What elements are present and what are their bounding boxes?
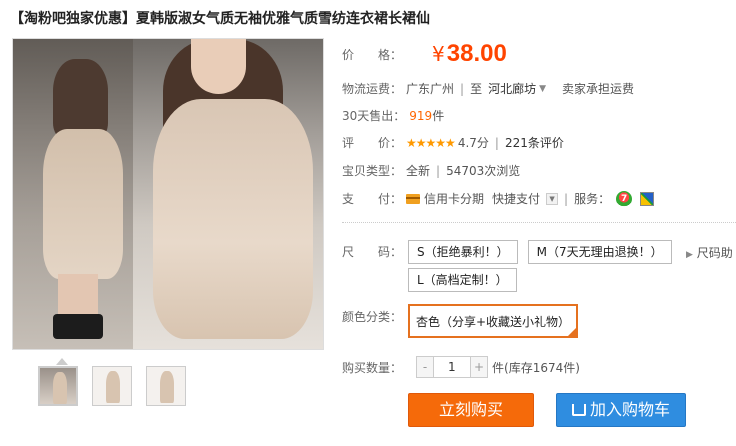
size-label: 尺 码：: [342, 245, 403, 259]
size-guide-link[interactable]: ▶ 尺码助: [686, 244, 736, 261]
color-row: 颜色分类：: [342, 308, 402, 325]
currency-symbol: ¥: [432, 42, 445, 66]
thumbnail-2[interactable]: [92, 366, 132, 406]
payment-dropdown-icon[interactable]: ▼: [546, 192, 559, 205]
price-label: 价 格：: [342, 47, 403, 62]
thumbnail-strip: [38, 366, 186, 406]
item-condition: 全新: [406, 164, 431, 178]
payment-method-express[interactable]: 快捷支付: [492, 190, 540, 207]
shipping-to-prefix: 至: [470, 82, 483, 96]
divider: [342, 222, 736, 223]
sold-count: 919: [409, 108, 433, 123]
photo-shoes: [53, 314, 103, 339]
quantity-row: 购买数量： - 1 + 件 (库存1674件): [342, 356, 580, 378]
sold-row: 30天售出： 919 件: [342, 107, 444, 124]
payment-row: 支 付： 信用卡分期 快捷支付 ▼ | 服务： 7: [342, 190, 655, 207]
chevron-down-icon[interactable]: ▼: [539, 84, 546, 94]
photo-dress: [153, 99, 313, 339]
quantity-minus-button[interactable]: -: [417, 357, 434, 377]
product-title: 【淘粉吧独家优惠】夏韩版淑女气质无袖优雅气质雪纺连衣裙长裙仙: [10, 11, 430, 27]
sold-unit: 件: [432, 109, 445, 123]
rating-row: 评 价： ★★★★★ 4.7分 | 221条评价: [342, 134, 564, 151]
photo-model-face: [191, 39, 246, 94]
size-option-s[interactable]: S（拒绝暴利！）: [408, 240, 518, 264]
size-option-l[interactable]: L（高档定制！）: [408, 268, 517, 292]
buy-now-button[interactable]: 立刻购买: [408, 393, 534, 427]
photo-dress-small: [43, 129, 123, 279]
main-product-photo[interactable]: [12, 38, 324, 350]
photo-model-hair-small: [53, 59, 108, 139]
item-views: 54703次浏览: [446, 164, 521, 178]
add-to-cart-button[interactable]: 加入购物车: [556, 393, 686, 427]
rating-stars-icon: ★★★★★: [406, 135, 456, 150]
service-badge-icon[interactable]: [640, 191, 655, 206]
price-row: 价 格： ¥ 38.00: [342, 40, 507, 68]
price-value: 38.00: [446, 40, 507, 67]
color-options: 杏色（分享+收藏送小礼物）: [408, 304, 588, 338]
caret-right-icon: ▶: [686, 250, 693, 260]
item-type-label: 宝贝类型：: [342, 164, 403, 178]
rating-label: 评 价：: [342, 136, 403, 150]
size-option-m[interactable]: M（7天无理由退换！）: [527, 240, 672, 264]
thumbnail-3[interactable]: [146, 366, 186, 406]
size-row: 尺 码：: [342, 240, 402, 260]
color-label: 颜色分类：: [342, 310, 403, 324]
rating-score: 4.7分: [457, 136, 489, 150]
shipping-fee: 卖家承担运费: [562, 82, 635, 96]
cart-icon: [571, 404, 586, 416]
item-type-row: 宝贝类型： 全新 | 54703次浏览: [342, 163, 521, 179]
quantity-input[interactable]: 1: [433, 357, 472, 377]
thumbnail-caret-icon: [56, 358, 68, 365]
shipping-from: 广东广州: [406, 82, 455, 96]
thumbnail-1[interactable]: [38, 366, 78, 406]
add-to-cart-label: 加入购物车: [589, 400, 670, 419]
quantity-stepper: - 1 +: [416, 356, 489, 378]
quantity-unit: 件: [492, 360, 505, 375]
rating-reviews-link[interactable]: 221条评价: [505, 134, 564, 151]
shipping-destination[interactable]: 河北廊坊: [488, 80, 536, 97]
shipping-label: 物流运费：: [342, 82, 403, 96]
shipping-row: 物流运费： 广东广州 | 至 河北廊坊 ▼ 卖家承担运费: [342, 80, 635, 97]
color-option-apricot[interactable]: 杏色（分享+收藏送小礼物）: [408, 304, 579, 338]
payment-label: 支 付：: [342, 192, 403, 206]
sold-label: 30天售出：: [342, 109, 406, 123]
quantity-label: 购买数量：: [342, 360, 403, 375]
seven-day-return-icon[interactable]: 7: [616, 190, 633, 207]
size-options-row2: L（高档定制！）: [408, 268, 527, 292]
quantity-plus-button[interactable]: +: [471, 357, 488, 377]
payment-method-installment[interactable]: 信用卡分期: [424, 190, 484, 207]
credit-card-icon: [406, 193, 421, 204]
service-label: 服务：: [574, 192, 611, 206]
stock-count: (库存1674件): [504, 360, 580, 375]
size-options: S（拒绝暴利！） M（7天无理由退换！）: [408, 240, 708, 264]
